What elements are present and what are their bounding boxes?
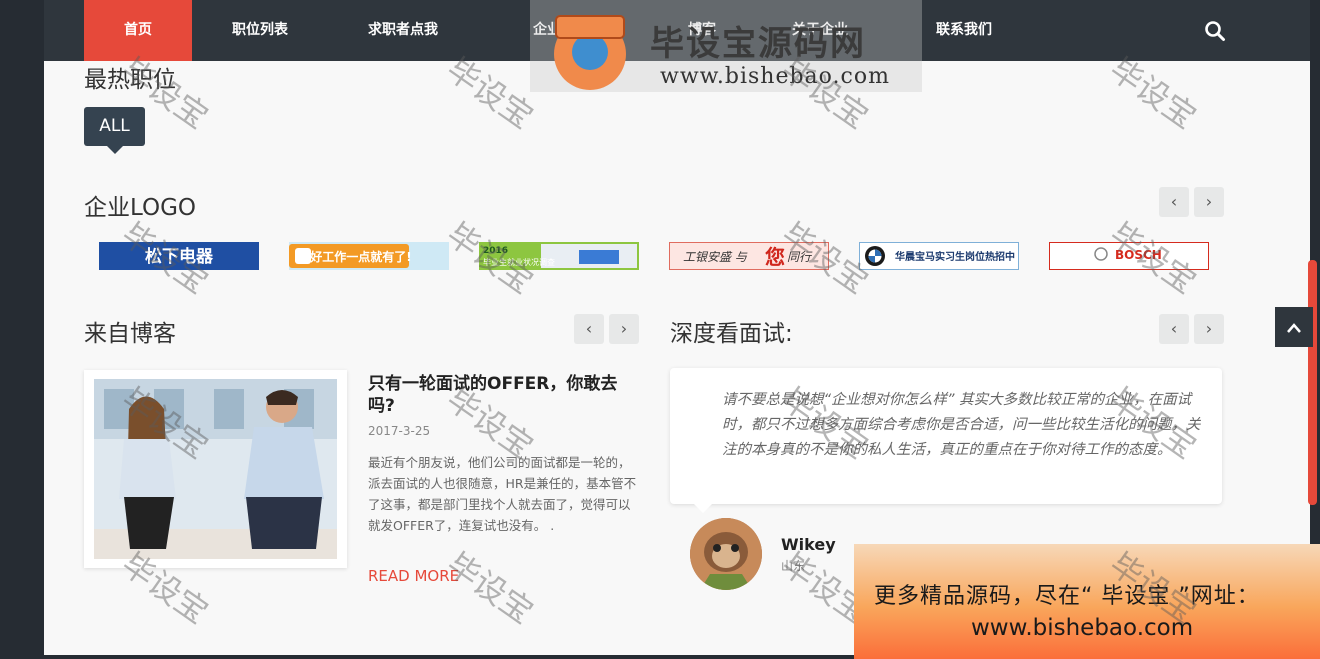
svg-text:BOSCH: BOSCH	[1115, 248, 1162, 262]
author-avatar	[690, 518, 762, 590]
filter-all-button[interactable]: ALL	[84, 107, 145, 154]
watermark-site-name: 毕设宝源码网	[650, 24, 866, 64]
scrollbar-thumb[interactable]	[1308, 260, 1317, 505]
company-logo-graduate-survey[interactable]: 毕业生就业状况调查 2016	[479, 242, 639, 270]
chevron-up-icon	[1287, 323, 1301, 333]
svg-text:毕业生就业状况调查: 毕业生就业状况调查	[483, 257, 555, 267]
author-location: 山东	[781, 559, 806, 573]
svg-text:华晨宝马实习生岗位热招中: 华晨宝马实习生岗位热招中	[895, 250, 1015, 263]
interview-next-button[interactable]: ›	[1194, 314, 1224, 344]
blog-next-button[interactable]: ›	[609, 314, 639, 344]
blog-post-excerpt: 最近有个朋友说，他们公司的面试都是一轮的，派去面试的人也很随意，HR是兼任的，基…	[368, 455, 637, 533]
blog-post-date: 2017-3-25	[368, 424, 431, 438]
hot-jobs-title: 最热职位	[84, 67, 176, 93]
company-logo-bosch[interactable]: BOSCH	[1049, 242, 1209, 270]
nav-item-job-list[interactable]: 职位列表	[212, 0, 308, 61]
nav-item-home[interactable]: 首页	[84, 0, 192, 61]
svg-text:松下电器: 松下电器	[145, 246, 214, 267]
blog-prev-button[interactable]: ‹	[574, 314, 604, 344]
nav-item-contact[interactable]: 联系我们	[916, 0, 1012, 61]
company-logo-icbc-axa[interactable]: 工银安盛 与 您 同行	[669, 242, 829, 270]
company-logo-bmw[interactable]: 华晨宝马实习生岗位热招中	[859, 242, 1019, 270]
testimonial-quote-text: 请不要总是说想“企业想对你怎么样” 其实大多数比较正常的企业，在面试时，都只不过…	[722, 392, 1201, 458]
nav-item-job-seeker[interactable]: 求职者点我	[344, 0, 462, 61]
company-logo-panasonic[interactable]: 松下电器	[99, 242, 259, 270]
interview-prev-button[interactable]: ‹	[1159, 314, 1189, 344]
promo-text-line2: www.bishebao.com	[971, 615, 1194, 641]
read-more-link[interactable]: READ MORE	[368, 567, 459, 585]
enterprise-logo-title: 企业LOGO	[84, 195, 197, 221]
logos-prev-button[interactable]: ‹	[1159, 187, 1189, 217]
blog-post-title[interactable]: 只有一轮面试的OFFER，你敢去吗?	[368, 373, 628, 417]
author-name: Wikey	[781, 535, 836, 554]
company-logo-good-job[interactable]: 好工作一点就有了!	[289, 242, 449, 270]
logos-next-button[interactable]: ›	[1194, 187, 1224, 217]
svg-text:工银安盛 与: 工银安盛 与	[683, 250, 748, 264]
watermark-promo-banner: 更多精品源码，尽在“ 毕设宝 ”网址： www.bishebao.com	[854, 544, 1320, 659]
search-icon[interactable]	[1204, 20, 1226, 42]
blog-section-title: 来自博客	[84, 321, 176, 347]
promo-text-line1: 更多精品源码，尽在“ 毕设宝 ”网址：	[874, 584, 1260, 609]
svg-text:您: 您	[765, 245, 785, 269]
testimonial-quote-box: 请不要总是说想“企业想对你怎么样” 其实大多数比较正常的企业，在面试时，都只不过…	[670, 368, 1222, 513]
back-to-top-button[interactable]	[1275, 307, 1313, 347]
blog-image-card[interactable]	[84, 370, 347, 568]
svg-text:同行: 同行	[787, 250, 813, 264]
svg-text:好工作一点就有了!: 好工作一点就有了!	[309, 249, 411, 264]
watermark-site-url: www.bishebao.com	[660, 64, 890, 89]
watermark-mascot-icon	[554, 15, 626, 90]
blog-image	[94, 379, 337, 559]
interview-section-title: 深度看面试:	[670, 321, 793, 347]
svg-text:2016: 2016	[483, 246, 508, 256]
